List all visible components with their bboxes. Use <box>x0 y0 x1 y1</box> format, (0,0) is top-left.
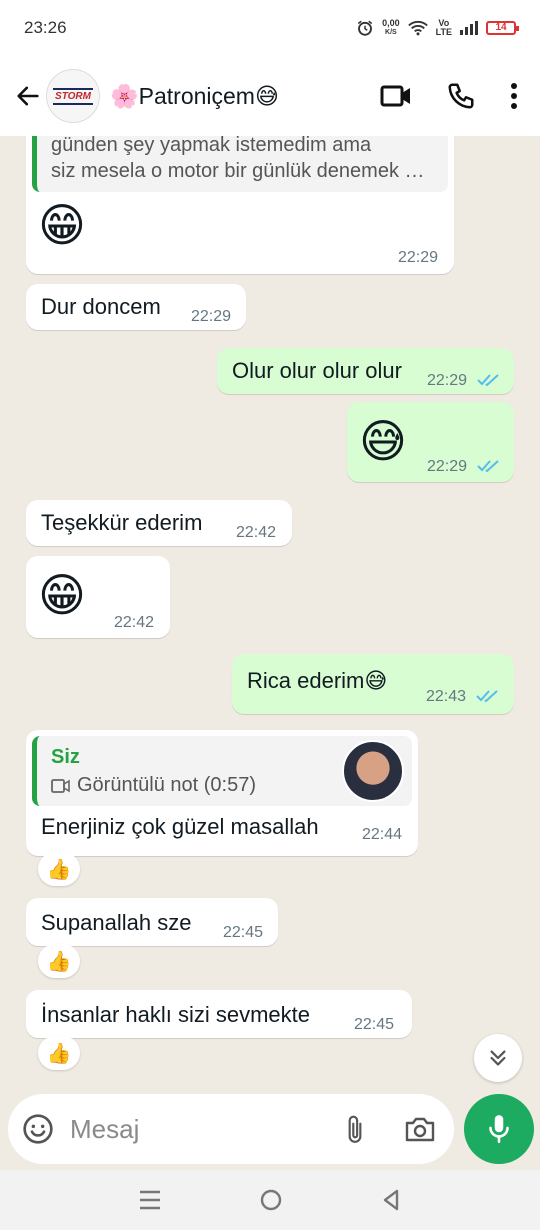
emoji-icon[interactable] <box>22 1113 54 1145</box>
incoming-message[interactable]: Dur doncem 22:29 <box>26 284 246 330</box>
message-time: 22:42 <box>236 524 277 541</box>
contact-name[interactable]: 🌸Patroniçem😅 <box>110 83 380 110</box>
quoted-text: Görüntülü not (0:57) <box>77 774 256 796</box>
message-text: Rica ederim😅 <box>247 668 388 693</box>
phone-icon <box>448 83 474 109</box>
voice-call-button[interactable] <box>446 81 476 111</box>
quoted-text-line1: günden şey yapmak istemedim ama <box>51 136 372 156</box>
header-actions <box>380 81 518 111</box>
attachment-icon[interactable] <box>342 1113 368 1145</box>
outgoing-message[interactable]: 😅 22:29 <box>347 402 514 482</box>
incoming-message[interactable]: Supanallah sze 22:45 <box>26 898 278 946</box>
contact-avatar[interactable]: STORM <box>46 69 100 123</box>
system-nav-bar <box>0 1170 540 1230</box>
avatar-logo: STORM <box>53 87 93 105</box>
more-options-button[interactable] <box>510 82 518 110</box>
message-input[interactable]: Mesaj <box>70 1114 342 1145</box>
home-icon[interactable] <box>259 1188 283 1212</box>
outgoing-message[interactable]: Rica ederim😅 22:43 <box>232 654 514 714</box>
incoming-message[interactable]: 😁 22:42 <box>26 556 170 638</box>
battery-icon: 14 <box>486 21 519 35</box>
message-time: 22:29 <box>191 308 232 325</box>
volte-bottom: LTE <box>435 27 452 37</box>
back-button[interactable] <box>10 78 46 114</box>
read-receipt-icon <box>477 374 499 387</box>
recent-apps-icon[interactable] <box>138 1189 162 1211</box>
message-time: 22:42 <box>114 614 155 631</box>
alarm-icon <box>357 20 373 36</box>
video-call-button[interactable] <box>380 83 412 109</box>
quoted-author: Siz <box>51 746 80 768</box>
message-time: 22:44 <box>362 826 403 843</box>
grinning-emoji: 😁 <box>38 199 86 251</box>
quoted-text-line2: siz mesela o motor bir günlük denemek … <box>51 160 425 182</box>
message-time: 22:29 <box>398 249 439 266</box>
incoming-message[interactable]: günden şey yapmak istemedim ama siz mese… <box>26 136 454 274</box>
more-vertical-icon <box>511 83 517 109</box>
incoming-message[interactable]: Teşekkür ederim 22:42 <box>26 500 292 546</box>
signal-icon <box>460 21 478 35</box>
status-icons: 0,00 K/S Vo LTE 14 <box>356 19 519 37</box>
chat-header: STORM 🌸Patroniçem😅 <box>0 56 540 136</box>
video-camera-icon <box>380 85 410 107</box>
video-note-thumbnail[interactable] <box>342 740 404 802</box>
video-note-icon <box>51 779 70 793</box>
scroll-to-bottom-button[interactable] <box>474 1034 522 1082</box>
net-speed: 0,00 K/S <box>382 19 400 37</box>
message-text: Supanallah sze <box>41 910 192 935</box>
message-composer: Mesaj <box>8 1094 454 1164</box>
message-time: 22:29 <box>427 458 468 475</box>
back-nav-icon[interactable] <box>380 1188 402 1212</box>
message-time: 22:45 <box>354 1016 395 1033</box>
status-bar: 23:26 0,00 K/S Vo LTE 14 <box>0 0 540 56</box>
message-time: 22:43 <box>426 688 467 705</box>
volte-indicator: Vo LTE <box>436 19 452 37</box>
grinning-emoji: 😁 <box>38 569 86 621</box>
message-time: 22:45 <box>223 924 264 941</box>
camera-icon[interactable] <box>404 1115 436 1143</box>
back-arrow-icon <box>17 86 39 106</box>
voice-message-button[interactable] <box>464 1094 534 1164</box>
reaction-badge[interactable]: 👍 <box>38 944 80 978</box>
message-text: Dur doncem <box>41 294 161 319</box>
message-text: Enerjiniz çok güzel masallah <box>41 814 319 839</box>
wifi-icon <box>407 21 428 36</box>
sweat-smile-emoji: 😅 <box>359 415 407 467</box>
outgoing-message[interactable]: Olur olur olur olur 22:29 <box>217 348 514 394</box>
status-time: 23:26 <box>24 18 67 37</box>
message-text: İnsanlar haklı sizi sevmekte <box>41 1002 310 1027</box>
net-speed-unit: K/S <box>385 29 397 36</box>
message-text: Teşekkür ederim <box>41 510 203 535</box>
reaction-badge[interactable]: 👍 <box>38 852 80 886</box>
quoted-message[interactable]: günden şey yapmak istemedim ama siz mese… <box>32 136 448 192</box>
incoming-message[interactable]: İnsanlar haklı sizi sevmekte 22:45 <box>26 990 412 1038</box>
message-list[interactable]: günden şey yapmak istemedim ama siz mese… <box>0 136 540 1094</box>
read-receipt-icon <box>477 460 499 473</box>
microphone-icon <box>489 1115 509 1144</box>
read-receipt-icon <box>476 690 498 703</box>
reaction-badge[interactable]: 👍 <box>38 1036 80 1070</box>
message-time: 22:29 <box>427 372 468 389</box>
incoming-message[interactable]: Siz Görüntülü not (0:57) Enerjiniz çok g… <box>26 730 418 856</box>
message-text: Olur olur olur olur <box>232 358 402 383</box>
quoted-video-note[interactable]: Siz Görüntülü not (0:57) <box>32 736 412 806</box>
net-speed-value: 0,00 <box>382 18 400 28</box>
double-chevron-down-icon <box>490 1050 506 1066</box>
